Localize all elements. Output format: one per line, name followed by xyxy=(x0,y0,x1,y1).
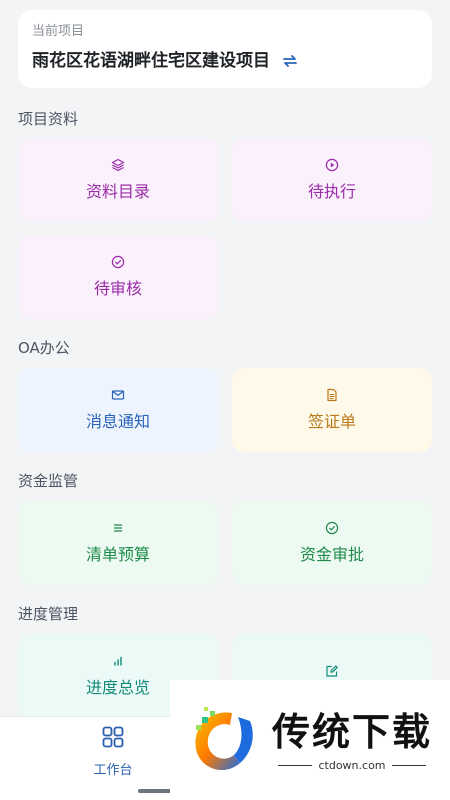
tile-label: 待执行 xyxy=(307,182,356,201)
watermark-divider-left xyxy=(278,764,313,766)
section-title-funds: 资金监管 xyxy=(18,472,79,490)
swap-arrows-icon[interactable] xyxy=(280,51,300,71)
check-circle-icon xyxy=(111,255,125,269)
bar-chart-icon xyxy=(111,654,125,668)
section-title-progress: 进度管理 xyxy=(18,605,79,623)
play-circle-icon xyxy=(325,158,339,172)
current-project-label: 当前项目 xyxy=(32,24,85,39)
watermark-text: 传统下载 ctdown.com xyxy=(272,709,432,772)
tile-label: 资料目录 xyxy=(85,182,150,201)
site-watermark: 传统下载 ctdown.com xyxy=(170,680,450,800)
check-circle-icon xyxy=(325,521,339,535)
tab-workbench-label: 工作台 xyxy=(93,763,133,778)
watermark-logo-icon xyxy=(180,699,262,781)
mail-icon xyxy=(111,388,125,402)
watermark-url: ctdown.com xyxy=(318,758,386,772)
tile-label: 待审核 xyxy=(93,279,142,298)
tile-visa-form[interactable]: 签证单 xyxy=(232,368,432,452)
layers-icon xyxy=(111,158,125,172)
project-name: 雨花区花语湖畔住宅区建设项目 xyxy=(32,51,270,71)
tile-label: 进度总览 xyxy=(85,678,150,697)
tab-workbench[interactable]: 工作台 xyxy=(78,725,148,778)
tile-fund-approval[interactable]: 资金审批 xyxy=(232,501,432,585)
watermark-title: 传统下载 xyxy=(272,709,433,754)
section-title-project-docs: 项目资料 xyxy=(18,110,79,128)
document-icon xyxy=(325,388,339,402)
edit-icon xyxy=(325,664,339,678)
home-indicator[interactable] xyxy=(138,789,172,793)
app-screen: 当前项目 雨花区花语湖畔住宅区建设项目 项目资料 资料目录 待执行 待审核 OA… xyxy=(0,0,450,800)
tile-message-notice[interactable]: 消息通知 xyxy=(18,368,218,452)
project-row: 雨花区花语湖畔住宅区建设项目 xyxy=(32,50,418,72)
tile-pending-review[interactable]: 待审核 xyxy=(18,235,218,319)
tile-label: 资金审批 xyxy=(299,545,364,564)
tile-pending-execution[interactable]: 待执行 xyxy=(232,138,432,222)
tile-label: 清单预算 xyxy=(85,545,150,564)
tile-label: 消息通知 xyxy=(85,412,150,431)
list-icon xyxy=(111,521,125,535)
watermark-divider-right xyxy=(391,764,426,766)
section-title-oa: OA办公 xyxy=(18,339,70,357)
tile-doc-catalog[interactable]: 资料目录 xyxy=(18,138,218,222)
tile-label: 签证单 xyxy=(307,412,356,431)
tile-budget-list[interactable]: 清单预算 xyxy=(18,501,218,585)
grid-icon xyxy=(101,725,125,753)
current-project-card[interactable]: 当前项目 雨花区花语湖畔住宅区建设项目 xyxy=(18,10,432,88)
watermark-url-row: ctdown.com xyxy=(278,758,426,772)
